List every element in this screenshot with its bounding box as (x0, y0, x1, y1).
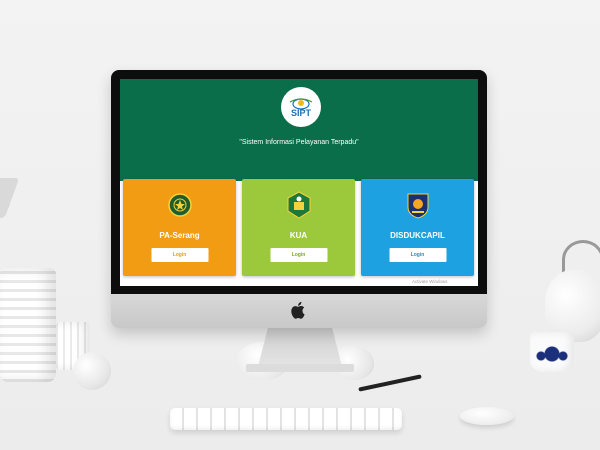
app-screen: SIPT "Sistem Informasi Pelayanan Terpadu… (120, 79, 478, 286)
monitor-stand-base (246, 364, 354, 372)
card-title: DISDUKCAPIL (390, 231, 445, 240)
login-button-pa-serang[interactable]: Login (151, 248, 208, 262)
keyboard (170, 408, 402, 430)
card-pa-serang: PA-Serang Login (123, 179, 236, 276)
mouse (460, 407, 514, 425)
decorative-vase (0, 268, 56, 382)
logo-text: SIPT (290, 108, 311, 118)
decorative-ball (73, 352, 111, 390)
login-button-disdukcapil[interactable]: Login (389, 248, 446, 262)
imac-monitor: SIPT "Sistem Informasi Pelayanan Terpadu… (111, 70, 487, 328)
card-disdukcapil: DISDUKCAPIL Login (361, 179, 474, 276)
pengadilan-agama-emblem-icon (167, 193, 192, 217)
app-tagline: "Sistem Informasi Pelayanan Terpadu" (239, 139, 359, 146)
pen (358, 374, 422, 392)
card-title: PA-Serang (159, 231, 200, 240)
login-button-kua[interactable]: Login (270, 248, 327, 262)
sipt-logo: SIPT (281, 87, 321, 127)
card-title: KUA (289, 231, 308, 240)
kemendagri-emblem-icon (407, 193, 428, 219)
teacup (530, 332, 574, 372)
activate-windows-watermark: Activate Windows (412, 279, 448, 284)
monitor-stand (258, 327, 342, 367)
desk-lamp-arm (0, 178, 20, 218)
kemenag-emblem-icon (287, 191, 310, 219)
apple-logo-icon (291, 301, 305, 319)
card-kua: KUA Login (242, 179, 355, 276)
